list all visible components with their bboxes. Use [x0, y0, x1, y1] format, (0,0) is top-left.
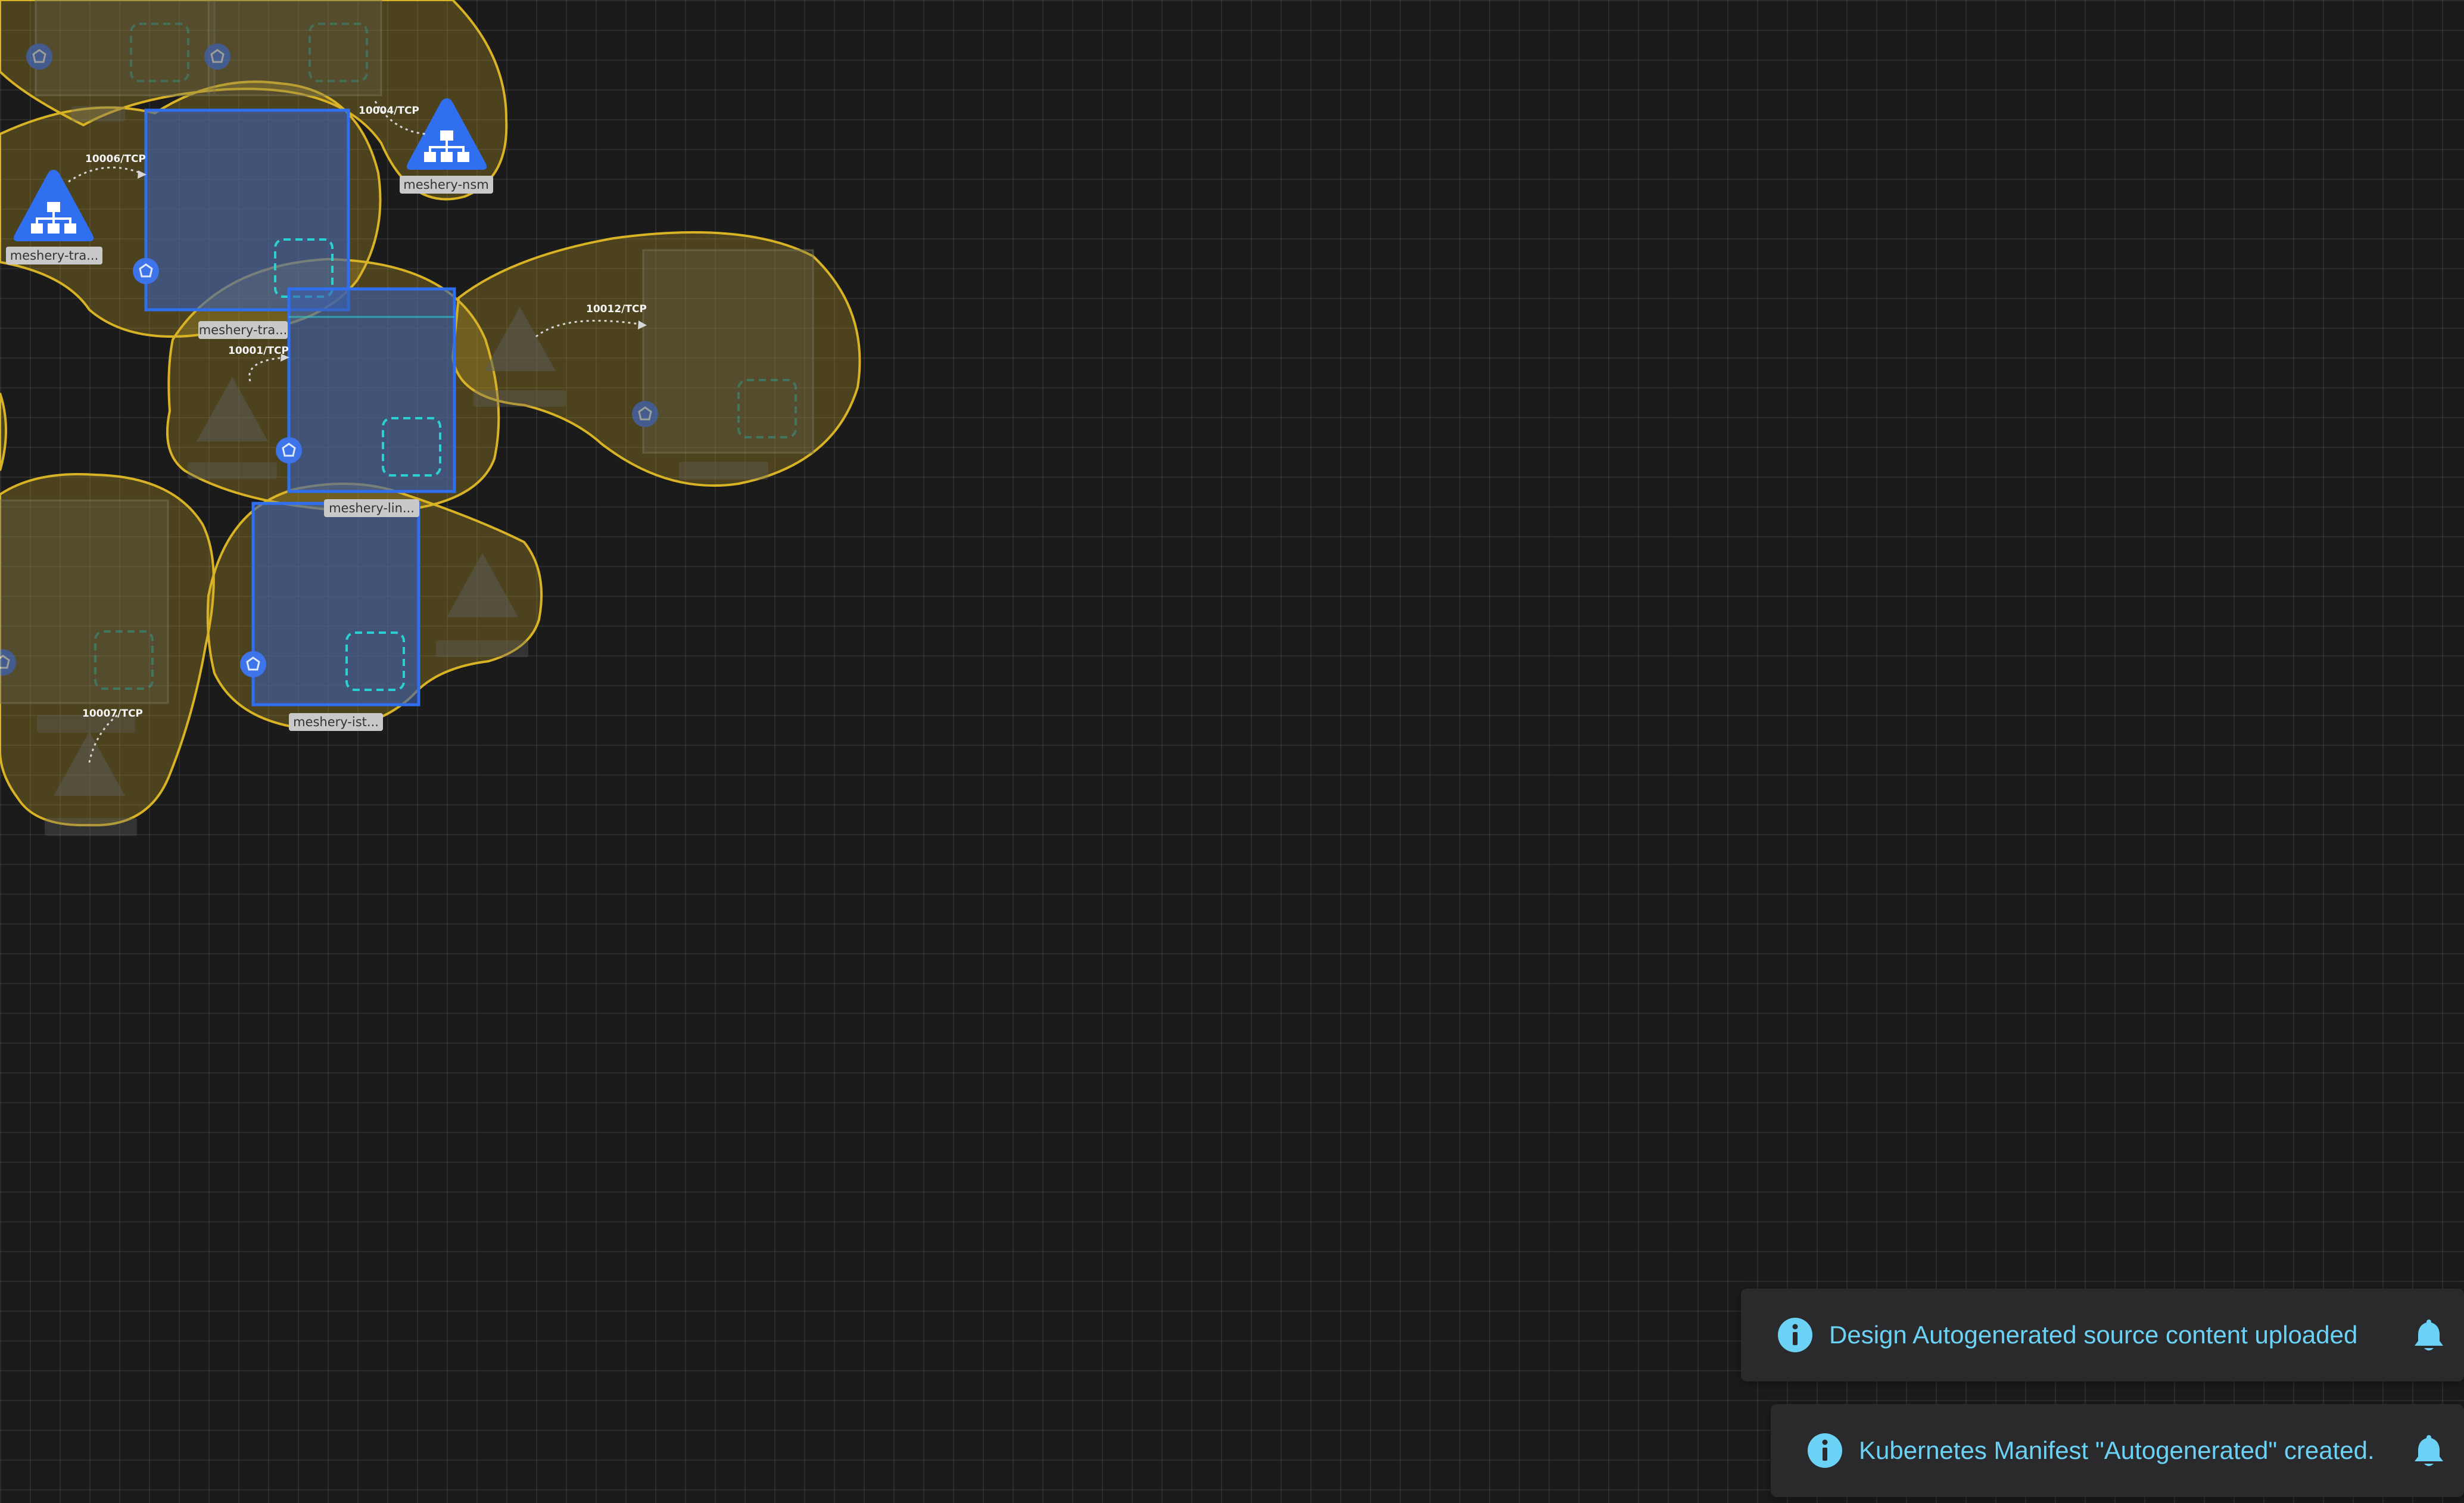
deployment-node-ist[interactable]: [251, 502, 420, 707]
notification-message: Kubernetes Manifest "Autogenerated" crea…: [1859, 1436, 2375, 1464]
node-label-service-tra[interactable]: meshery-tra...: [10, 248, 99, 263]
notification-toast[interactable]: Kubernetes Manifest "Autogenerated" crea…: [1771, 1404, 2464, 1497]
faded-deployment[interactable]: [0, 499, 169, 704]
node-label-deploy-lin[interactable]: meshery-lin...: [329, 501, 415, 515]
notification-message: Design Autogenerated source content uplo…: [1829, 1321, 2358, 1349]
bell-icon[interactable]: [2412, 1317, 2446, 1353]
info-icon: [1808, 1433, 1842, 1468]
notification-toast[interactable]: Design Autogenerated source content uplo…: [1741, 1289, 2464, 1381]
design-canvas[interactable]: 10004/TCP 10006/TCP 10001/TCP 10012/TCP …: [0, 0, 2464, 1503]
deployment-node-tra[interactable]: [144, 108, 350, 312]
info-icon: [1778, 1318, 1812, 1352]
faded-deployment[interactable]: [35, 0, 216, 97]
port-label: 10001/TCP: [228, 345, 289, 357]
port-label: 10007/TCP: [82, 708, 143, 720]
node-label-deploy-ist[interactable]: meshery-ist...: [293, 715, 379, 729]
port-label: 10012/TCP: [586, 303, 647, 315]
pod-badge-icon: [275, 436, 303, 465]
node-label-nsm[interactable]: meshery-nsm: [403, 178, 489, 192]
pod-badge-icon: [239, 650, 267, 679]
pod-badge-icon: [132, 257, 160, 285]
port-label: 10004/TCP: [359, 105, 419, 117]
deployment-node-lin[interactable]: [287, 287, 456, 493]
namespace-blob[interactable]: [0, 393, 7, 471]
node-label-deploy-tra[interactable]: meshery-tra...: [199, 323, 288, 337]
port-label: 10006/TCP: [85, 153, 146, 165]
faded-deployment[interactable]: [642, 249, 814, 454]
bell-icon[interactable]: [2412, 1433, 2446, 1468]
